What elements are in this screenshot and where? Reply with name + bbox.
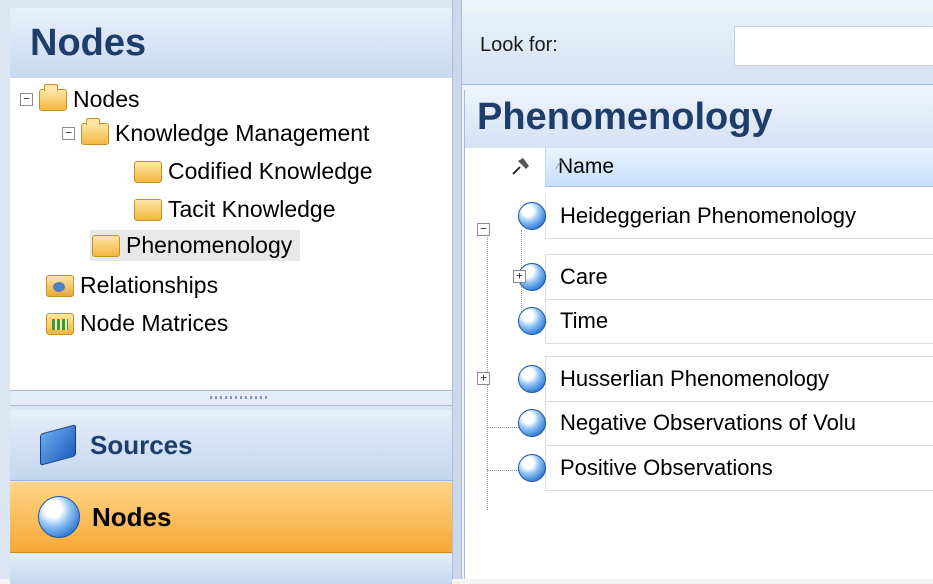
row-label: Heideggerian Phenomenology [560, 203, 856, 228]
tree-item-knowledge-management[interactable]: − Knowledge Management [62, 117, 370, 147]
grip-icon [210, 396, 270, 399]
folder-icon [134, 160, 162, 183]
tree-line [487, 232, 488, 510]
navigation-pane-header: Nodes [10, 8, 452, 79]
list-row-care[interactable]: Care [518, 254, 933, 300]
row-label: Time [560, 308, 609, 333]
folder-icon [92, 234, 120, 257]
sources-icon [38, 424, 78, 466]
tree-item-label: Codified Knowledge [168, 158, 373, 184]
node-icon [518, 365, 546, 393]
node-icon [518, 202, 546, 230]
node-matrices-icon [46, 312, 74, 335]
tree-item-label: Knowledge Management [115, 120, 370, 146]
column-header-name[interactable]: Name ⁄ [545, 148, 933, 187]
list-row-positive-observations[interactable]: Positive Observations [518, 446, 933, 491]
row-label: Positive Observations [560, 455, 773, 480]
relationships-icon [46, 274, 74, 297]
tree-item-tacit-knowledge[interactable]: Tacit Knowledge [134, 196, 336, 223]
find-bar: Look for: [462, 10, 933, 85]
list-row-husserlian-phenomenology[interactable]: Husserlian Phenomenology [518, 356, 933, 402]
nav-button-label: Nodes [92, 501, 172, 532]
look-for-input[interactable] [734, 26, 933, 66]
node-icon [518, 307, 546, 335]
tree-item-node-matrices[interactable]: Node Matrices [46, 310, 228, 337]
navigation-pane-title: Nodes [30, 22, 147, 64]
open-folder-icon [81, 117, 109, 145]
nav-button-next[interactable] [10, 554, 452, 584]
collapse-icon[interactable]: − [20, 93, 33, 106]
collapse-icon[interactable]: − [62, 127, 75, 140]
pane-divider[interactable] [452, 0, 462, 579]
list-row-heideggerian-phenomenology[interactable]: Heideggerian Phenomenology [518, 194, 933, 239]
collapse-icon[interactable]: − [477, 223, 490, 236]
node-tree: − Nodes − Knowledge Management Codified … [10, 78, 452, 390]
detail-pane: Look for: Phenomenology Name ⁄ Heidegger… [462, 0, 933, 579]
expand-icon[interactable]: + [477, 372, 490, 385]
nav-button-sources[interactable]: Sources [10, 410, 452, 481]
row-label: Care [560, 264, 608, 289]
tree-item-label: Tacit Knowledge [168, 196, 336, 222]
tree-item-relationships[interactable]: Relationships [46, 272, 218, 299]
list-row-time[interactable]: Time [518, 299, 933, 344]
pane-splitter[interactable] [10, 390, 452, 406]
tree-item-nodes[interactable]: − Nodes [20, 83, 140, 113]
tree-item-label: Phenomenology [126, 232, 293, 258]
node-icon [518, 454, 546, 482]
row-label: Husserlian Phenomenology [560, 366, 830, 391]
row-label: Negative Observations of Volu [560, 410, 856, 435]
expand-icon[interactable]: + [513, 270, 526, 283]
folder-icon [134, 198, 162, 221]
list-row-negative-observations[interactable]: Negative Observations of Volu [518, 401, 933, 446]
tree-item-phenomenology[interactable]: Phenomenology [90, 230, 301, 261]
open-folder-icon [39, 83, 67, 111]
navigation-pane: Nodes − Nodes − Knowledge Management Cod… [0, 0, 452, 584]
pin-icon[interactable] [509, 154, 533, 178]
nav-button-nodes[interactable]: Nodes [10, 482, 452, 553]
tree-item-codified-knowledge[interactable]: Codified Knowledge [134, 158, 373, 185]
list-view: Phenomenology Name ⁄ Heideggerian Phenom… [464, 90, 933, 579]
nav-button-label: Sources [90, 429, 193, 460]
tree-item-label: Nodes [73, 86, 140, 112]
look-for-label: Look for: [480, 34, 558, 56]
node-icon [518, 409, 546, 437]
sort-icon: ⁄ [558, 156, 561, 172]
list-view-title: Phenomenology [477, 96, 773, 138]
list-view-header: Phenomenology [465, 90, 933, 148]
nodes-icon [38, 496, 80, 538]
tree-item-label: Node Matrices [80, 310, 229, 336]
tree-item-label: Relationships [80, 272, 219, 298]
